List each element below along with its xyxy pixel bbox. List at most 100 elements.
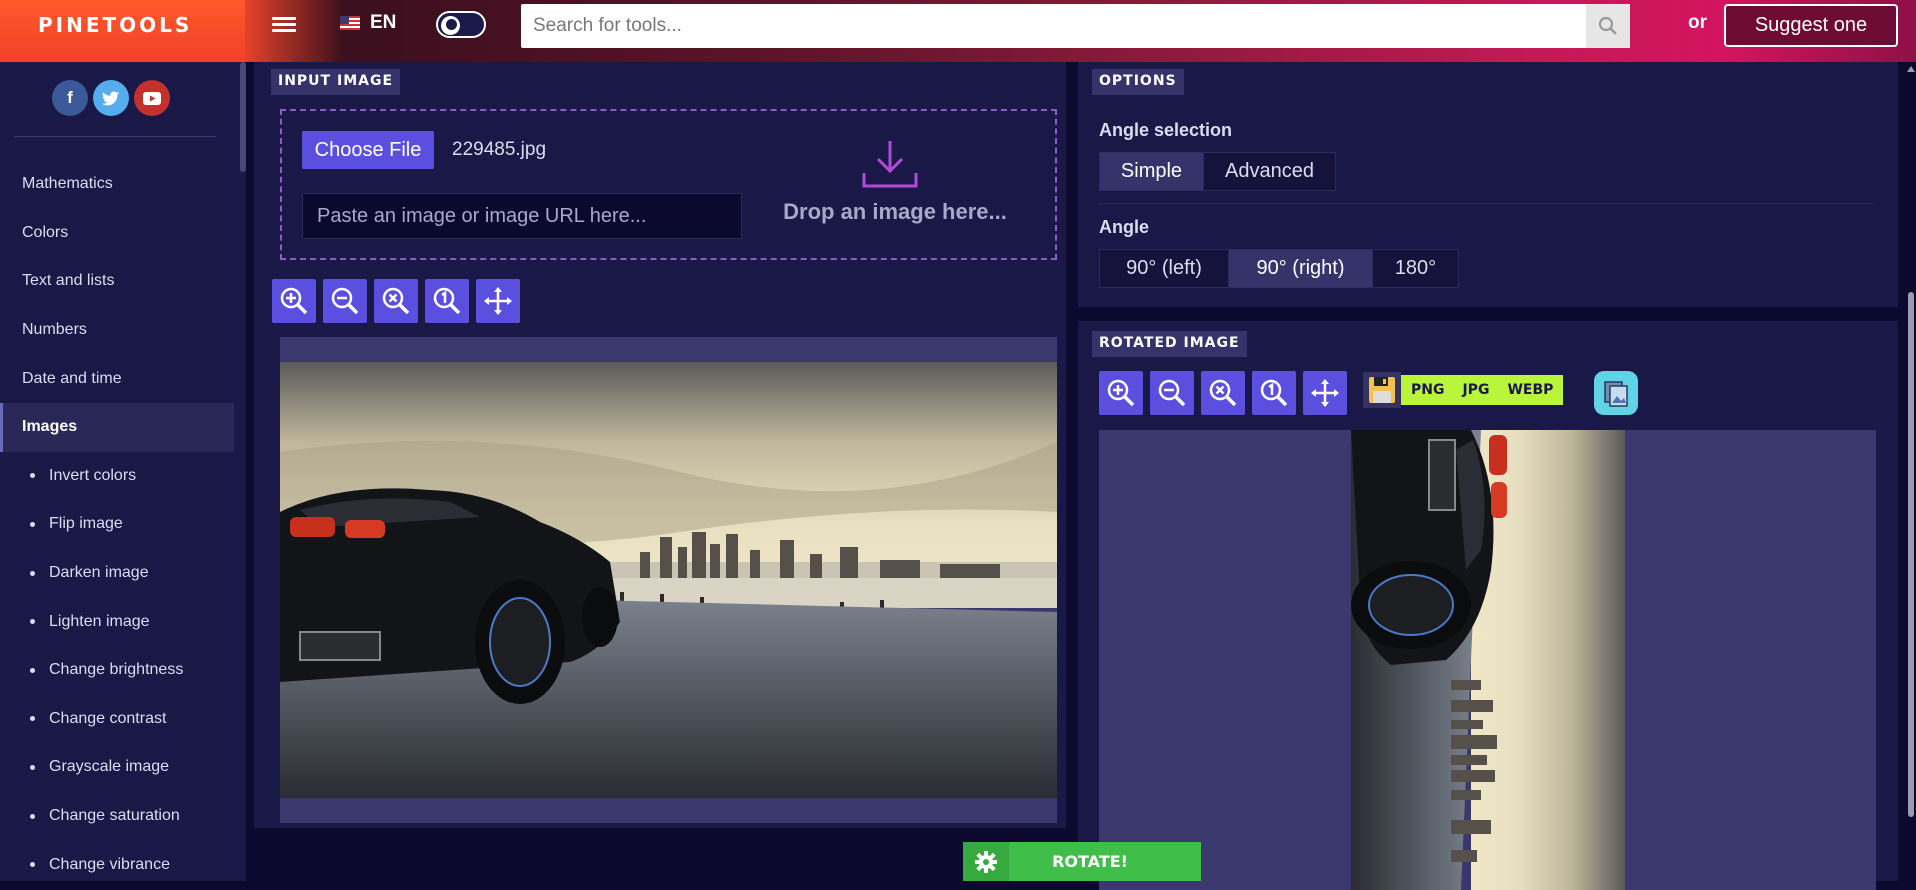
moon-icon: [441, 16, 460, 35]
input-image-title: INPUT IMAGE: [271, 69, 401, 95]
sidebar-subitem-flip-image[interactable]: Flip image: [0, 500, 234, 549]
sidebar-subitem-lighten-image[interactable]: Lighten image: [0, 597, 234, 646]
site-logo[interactable]: PINETOOLS: [38, 13, 192, 37]
rotated-image-viewer[interactable]: [1099, 430, 1876, 890]
zoom-reset-icon: [382, 287, 410, 315]
search-input[interactable]: [521, 4, 1627, 48]
zoom-reset-button[interactable]: [1201, 371, 1245, 415]
dark-mode-toggle[interactable]: [436, 11, 486, 38]
sidebar-subitem-change-vibrance[interactable]: Change vibrance: [0, 840, 234, 889]
rotated-zoom-toolbar: [1099, 371, 1347, 415]
move-button[interactable]: [476, 279, 520, 323]
download-webp-link[interactable]: WEBP: [1507, 382, 1553, 398]
scroll-up-arrow-icon[interactable]: [1907, 66, 1915, 72]
zoom-out-button[interactable]: [323, 279, 367, 323]
sidebar-subitem-change-saturation[interactable]: Change saturation: [0, 792, 234, 841]
angle-selection-label: Angle selection: [1099, 120, 1233, 140]
logo-area: PINETOOLS: [0, 0, 245, 62]
options-panel: OPTIONS Angle selection Simple Advanced …: [1078, 62, 1898, 307]
angle-180[interactable]: 180°: [1373, 250, 1458, 287]
zoom-out-icon: [1158, 379, 1186, 407]
sidebar-subitem-darken-image[interactable]: Darken image: [0, 549, 234, 598]
options-divider: [1099, 203, 1875, 204]
zoom-out-icon: [331, 287, 359, 315]
download-png-link[interactable]: PNG: [1411, 382, 1444, 398]
download-format-group: PNG JPG WEBP: [1363, 372, 1564, 408]
drop-image-text: Drop an image here...: [783, 199, 1007, 224]
sidebar-item-date-and-time[interactable]: Date and time: [0, 354, 234, 403]
zoom-actual-icon: [433, 287, 461, 315]
angle-90-right[interactable]: 90° (right): [1229, 250, 1373, 287]
save-icon: [1363, 372, 1401, 408]
zoom-in-icon: [1107, 379, 1135, 407]
download-icon: [862, 141, 918, 188]
copy-icon: [1604, 381, 1628, 407]
angle-selection-toggle: Simple Advanced: [1099, 152, 1336, 191]
gear-icon: [963, 842, 1009, 881]
zoom-actual-icon: [1260, 379, 1288, 407]
image-url-input[interactable]: [302, 193, 742, 239]
sidebar-item-colors[interactable]: Colors: [0, 209, 234, 258]
angle-mode-advanced[interactable]: Advanced: [1204, 153, 1335, 190]
hamburger-menu-icon[interactable]: [272, 14, 296, 36]
page-scrollbar[interactable]: [1906, 62, 1916, 881]
zoom-actual-size-button[interactable]: [1252, 371, 1296, 415]
rotated-image-title: ROTATED IMAGE: [1092, 331, 1247, 357]
language-selector[interactable]: EN: [340, 12, 396, 34]
download-jpg-link[interactable]: JPG: [1462, 382, 1489, 398]
angle-90-left[interactable]: 90° (left): [1100, 250, 1229, 287]
input-image-panel: INPUT IMAGE Choose File 229485.jpg Drop …: [254, 62, 1066, 828]
zoom-reset-icon: [1209, 379, 1237, 407]
sidebar-divider: [14, 136, 216, 137]
rotated-image-panel: ROTATED IMAGE PNG JPG WEBP: [1078, 321, 1898, 890]
zoom-in-icon: [280, 287, 308, 315]
zoom-out-button[interactable]: [1150, 371, 1194, 415]
search-bar: [521, 4, 1630, 48]
file-name: 229485.jpg: [452, 139, 547, 160]
rotated-image: [1351, 430, 1625, 890]
sidebar-item-text-and-lists[interactable]: Text and lists: [0, 257, 234, 306]
zoom-reset-button[interactable]: [374, 279, 418, 323]
input-image-viewer[interactable]: [280, 337, 1057, 823]
sidebar-subitem-change-contrast[interactable]: Change contrast: [0, 695, 234, 744]
sidebar-subitem-change-brightness[interactable]: Change brightness: [0, 646, 234, 695]
options-title: OPTIONS: [1092, 69, 1184, 95]
angle-toggle: 90° (left) 90° (right) 180°: [1099, 249, 1459, 288]
sidebar: f Mathematics Colors Text and lists Numb…: [0, 62, 246, 881]
or-label: or: [1688, 12, 1707, 33]
sidebar-subitem-invert-colors[interactable]: Invert colors: [0, 452, 234, 501]
move-icon: [1311, 379, 1339, 407]
rotate-button-label: ROTATE!: [1052, 852, 1128, 871]
input-image: [280, 362, 1057, 798]
zoom-actual-size-button[interactable]: [425, 279, 469, 323]
scrollbar-thumb[interactable]: [1908, 292, 1914, 817]
search-button[interactable]: [1586, 4, 1630, 48]
us-flag-icon: [340, 16, 360, 30]
sidebar-item-images[interactable]: Images: [0, 402, 234, 452]
suggest-button[interactable]: Suggest one: [1724, 4, 1898, 47]
format-links: PNG JPG WEBP: [1401, 375, 1564, 405]
drop-zone[interactable]: Choose File 229485.jpg Drop an image her…: [280, 109, 1057, 260]
angle-mode-simple[interactable]: Simple: [1100, 153, 1204, 190]
facebook-icon[interactable]: f: [52, 80, 88, 116]
youtube-icon[interactable]: [134, 80, 170, 116]
sidebar-item-mathematics[interactable]: Mathematics: [0, 160, 234, 209]
rotate-button[interactable]: ROTATE!: [963, 842, 1201, 881]
input-zoom-toolbar: [272, 279, 520, 323]
angle-label: Angle: [1099, 217, 1150, 237]
choose-file-button[interactable]: Choose File: [302, 131, 434, 169]
main-content: INPUT IMAGE Choose File 229485.jpg Drop …: [246, 62, 1916, 890]
top-header: PINETOOLS EN or Suggest one: [0, 0, 1916, 62]
language-label: EN: [370, 12, 397, 33]
search-icon: [1598, 16, 1617, 35]
move-icon: [484, 287, 512, 315]
twitter-icon[interactable]: [93, 80, 129, 116]
copy-image-button[interactable]: [1594, 371, 1638, 415]
sidebar-subitem-grayscale-image[interactable]: Grayscale image: [0, 743, 234, 792]
social-links: f: [52, 80, 170, 116]
move-button[interactable]: [1303, 371, 1347, 415]
sidebar-menu: Mathematics Colors Text and lists Number…: [0, 160, 234, 889]
sidebar-item-numbers[interactable]: Numbers: [0, 306, 234, 355]
zoom-in-button[interactable]: [272, 279, 316, 323]
zoom-in-button[interactable]: [1099, 371, 1143, 415]
